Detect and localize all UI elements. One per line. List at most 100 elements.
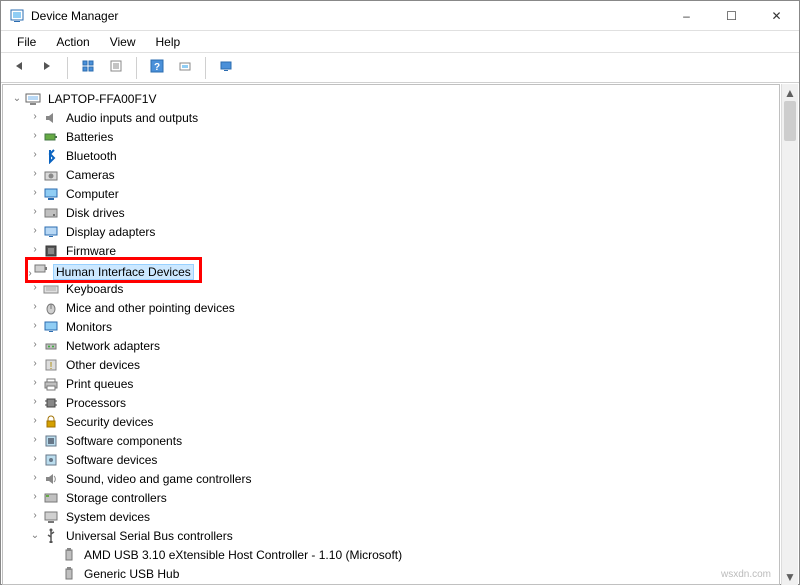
expand-toggle[interactable]: ›: [27, 340, 43, 351]
menu-help[interactable]: Help: [146, 33, 191, 51]
tree-item-label: Network adapters: [63, 338, 163, 354]
other-icon: !: [43, 357, 59, 373]
collapse-toggle[interactable]: ⌄: [9, 93, 25, 105]
device-category[interactable]: ›Processors: [9, 393, 779, 412]
keyboard-icon: [43, 281, 59, 297]
expand-toggle[interactable]: ›: [27, 416, 43, 427]
forward-button[interactable]: [35, 56, 59, 80]
tree-item-label: System devices: [63, 509, 153, 525]
expand-toggle[interactable]: ›: [27, 511, 43, 522]
device-category[interactable]: ›Display adapters: [9, 222, 779, 241]
scan-icon: [178, 59, 192, 76]
scroll-down-button[interactable]: ▼: [782, 568, 798, 585]
tree-item-label: Universal Serial Bus controllers: [63, 528, 236, 544]
device-category[interactable]: ›Security devices: [9, 412, 779, 431]
display-icon: [43, 224, 59, 240]
device-category[interactable]: ›Software components: [9, 431, 779, 450]
menu-action[interactable]: Action: [46, 33, 99, 51]
toolbar-separator: [67, 57, 68, 79]
expand-toggle[interactable]: ›: [27, 397, 43, 408]
show-hidden-button[interactable]: [76, 56, 100, 80]
device-category[interactable]: ›Software devices: [9, 450, 779, 469]
device-category[interactable]: › Sound, video and game controllers: [9, 469, 779, 488]
help-button[interactable]: ?: [145, 56, 169, 80]
device-category[interactable]: ›Print queues: [9, 374, 779, 393]
scroll-track[interactable]: [782, 101, 798, 568]
menu-view[interactable]: View: [100, 33, 146, 51]
device-category[interactable]: › Mice and other pointing devices: [9, 298, 779, 317]
expand-toggle[interactable]: ›: [27, 169, 43, 180]
expand-toggle[interactable]: ›: [27, 112, 43, 123]
system-icon: [43, 509, 59, 525]
expand-toggle[interactable]: ›: [27, 245, 43, 256]
svg-text:!: !: [50, 361, 53, 372]
device-node[interactable]: Generic USB Hub: [9, 564, 779, 583]
expand-toggle[interactable]: ›: [27, 226, 43, 237]
close-button[interactable]: ✕: [754, 1, 799, 31]
grid-icon: [81, 59, 95, 76]
device-category[interactable]: ›Batteries: [9, 127, 779, 146]
device-category[interactable]: ›Disk drives: [9, 203, 779, 222]
scroll-up-button[interactable]: ▲: [782, 84, 798, 101]
device-category[interactable]: ⌄ Universal Serial Bus controllers: [9, 526, 779, 545]
device-category[interactable]: ›Storage controllers: [9, 488, 779, 507]
device-category[interactable]: ›Keyboards: [9, 279, 779, 298]
scan-button[interactable]: [173, 56, 197, 80]
help-icon: ?: [150, 59, 164, 76]
maximize-button[interactable]: ☐: [709, 1, 754, 31]
cpu-icon: [43, 395, 59, 411]
device-category[interactable]: › Firmware: [9, 241, 779, 260]
device-tree[interactable]: ⌄LAPTOP-FFA00F1V›Audio inputs and output…: [2, 84, 780, 585]
device-category[interactable]: ›!Other devices: [9, 355, 779, 374]
expand-toggle[interactable]: ›: [27, 302, 43, 313]
vertical-scrollbar[interactable]: ▲ ▼: [781, 84, 798, 585]
scroll-thumb[interactable]: [784, 101, 796, 141]
back-button[interactable]: [7, 56, 31, 80]
printer-icon: [43, 376, 59, 392]
monitor-icon: [219, 59, 233, 76]
tree-item-label: Sound, video and game controllers: [63, 471, 254, 487]
device-category[interactable]: › System devices: [9, 507, 779, 526]
audio-icon: [43, 110, 59, 126]
usbdev-icon: [61, 566, 77, 582]
expand-toggle[interactable]: ›: [27, 378, 43, 389]
expand-toggle[interactable]: ›: [27, 435, 43, 446]
expand-toggle[interactable]: ›: [27, 188, 43, 199]
expand-toggle[interactable]: ›: [27, 321, 43, 332]
monitor-button[interactable]: [214, 56, 238, 80]
expand-toggle[interactable]: ›: [27, 359, 43, 370]
tree-item-label: Mice and other pointing devices: [63, 300, 238, 316]
device-category[interactable]: › Bluetooth: [9, 146, 779, 165]
collapse-toggle[interactable]: ⌄: [27, 530, 43, 542]
tree-item-label: Firmware: [63, 243, 119, 259]
device-category[interactable]: ›Audio inputs and outputs: [9, 108, 779, 127]
expand-toggle[interactable]: ›: [27, 150, 43, 161]
expand-toggle[interactable]: ›: [27, 283, 43, 294]
device-category[interactable]: ›Human Interface Devices: [9, 260, 779, 279]
expand-toggle[interactable]: ›: [27, 207, 43, 218]
device-category[interactable]: › Computer: [9, 184, 779, 203]
toolbar: ?: [1, 53, 799, 83]
expand-toggle[interactable]: ›: [27, 454, 43, 465]
titlebar: Device Manager – ☐ ✕: [1, 1, 799, 31]
tree-item-label: Computer: [63, 186, 122, 202]
tree-item-label: Monitors: [63, 319, 115, 335]
camera-icon: [43, 167, 59, 183]
menu-file[interactable]: File: [7, 33, 46, 51]
menubar: File Action View Help: [1, 31, 799, 53]
device-category[interactable]: › Network adapters: [9, 336, 779, 355]
bluetooth-icon: [43, 148, 59, 164]
minimize-button[interactable]: –: [664, 1, 709, 31]
expand-toggle[interactable]: ›: [27, 473, 43, 484]
software-icon: [43, 433, 59, 449]
app-icon: [9, 8, 25, 24]
root-node[interactable]: ⌄LAPTOP-FFA00F1V: [9, 89, 779, 108]
expand-toggle[interactable]: ›: [27, 131, 43, 142]
computer-icon: [43, 186, 59, 202]
device-node[interactable]: AMD USB 3.10 eXtensible Host Controller …: [9, 545, 779, 564]
expand-toggle[interactable]: ›: [27, 492, 43, 503]
device-category[interactable]: ›Cameras: [9, 165, 779, 184]
properties-button[interactable]: [104, 56, 128, 80]
tree-item-label: Bluetooth: [63, 148, 120, 164]
device-category[interactable]: › Monitors: [9, 317, 779, 336]
